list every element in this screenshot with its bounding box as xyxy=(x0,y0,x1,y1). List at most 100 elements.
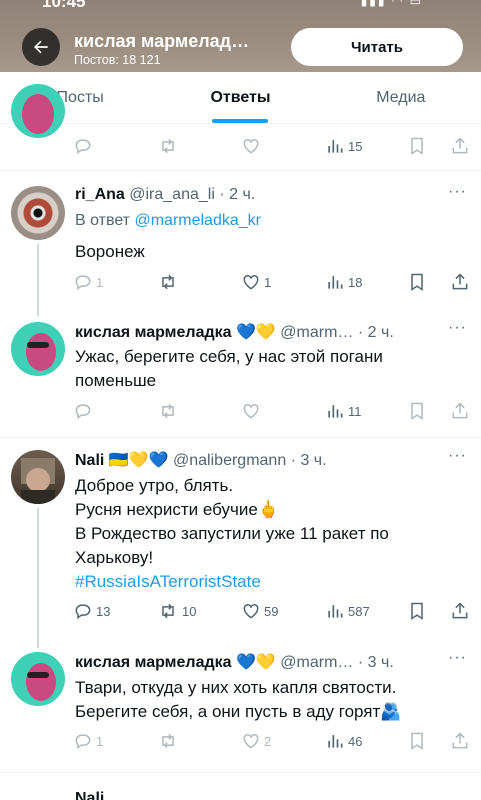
profile-title: кислая мармелад… xyxy=(74,31,250,51)
author-handle[interactable]: @nalibergmann xyxy=(173,452,286,469)
repost-button[interactable] xyxy=(157,136,182,156)
status-time: 10:45 xyxy=(42,0,86,11)
share-button[interactable] xyxy=(450,731,470,751)
like-button[interactable]: 59 xyxy=(241,601,278,621)
post-count: Постов: 18 121 xyxy=(74,53,161,67)
bookmark-icon xyxy=(411,137,423,155)
like-button[interactable]: 2 xyxy=(241,731,271,751)
share-icon xyxy=(452,602,468,619)
author-handle[interactable]: @marm… xyxy=(280,654,353,671)
avatar[interactable] xyxy=(11,84,65,138)
bookmark-button[interactable] xyxy=(407,136,427,156)
bookmark-icon xyxy=(411,273,423,291)
avatar[interactable] xyxy=(11,322,65,376)
views-stat[interactable]: 587 xyxy=(325,601,370,621)
next-post-author[interactable]: Nali xyxy=(75,790,104,800)
repost-icon xyxy=(162,603,174,619)
reply-button[interactable] xyxy=(73,401,96,421)
post-text: Твари, откуда у них хоть капля святости.… xyxy=(75,678,402,721)
more-icon[interactable]: ··· xyxy=(448,649,467,667)
views-stat[interactable]: 18 xyxy=(325,272,362,292)
follow-button[interactable]: Читать xyxy=(291,28,463,66)
like-icon xyxy=(243,403,259,419)
repost-button[interactable] xyxy=(157,272,182,292)
views-stat[interactable]: 46 xyxy=(325,731,362,751)
repost-button[interactable]: 10 xyxy=(157,601,196,621)
avatar-image xyxy=(26,333,56,371)
bookmark-icon xyxy=(411,402,423,420)
post-time: · 3 ч. xyxy=(357,654,394,671)
author-emoji: 🇺🇦💛💙 xyxy=(108,452,169,469)
author-emoji: 💙💛 xyxy=(235,324,276,341)
hashtag-link[interactable]: #RussiaIsATerroristState xyxy=(75,570,455,594)
tab-media[interactable]: Медиа xyxy=(321,72,481,123)
bookmark-button[interactable] xyxy=(407,731,427,751)
views-icon xyxy=(328,735,343,748)
back-button[interactable] xyxy=(22,28,60,66)
bookmark-icon xyxy=(411,732,423,750)
avatar[interactable] xyxy=(11,186,65,240)
header-text: кислая мармелад… Постов: 18 121 xyxy=(74,31,284,67)
repost-button[interactable] xyxy=(157,401,182,421)
thread-line xyxy=(37,244,39,316)
post-time: · 2 ч. xyxy=(219,186,256,203)
post-time: · 2 ч. xyxy=(357,324,394,341)
author-name[interactable]: Nali xyxy=(75,452,104,469)
reply-count: 13 xyxy=(96,603,111,619)
reply-icon xyxy=(75,404,91,420)
more-icon[interactable]: ··· xyxy=(448,319,467,337)
author-name[interactable]: кислая мармеладка xyxy=(75,654,232,671)
views-icon xyxy=(328,405,343,418)
avatar-image xyxy=(21,458,55,504)
avatar[interactable] xyxy=(11,450,65,504)
post-divider xyxy=(0,437,481,438)
share-button[interactable] xyxy=(450,401,470,421)
avatar[interactable] xyxy=(11,652,65,706)
repost-count: 10 xyxy=(182,603,197,619)
post-line: В Рождество запустили уже 11 ракет по Ха… xyxy=(75,524,389,567)
share-button[interactable] xyxy=(450,601,470,621)
like-button[interactable] xyxy=(241,401,264,421)
bookmark-button[interactable] xyxy=(407,401,427,421)
reply-icon xyxy=(75,604,91,620)
reply-icon xyxy=(75,139,91,155)
post-text: Доброе утро, блять. Русня нехристи ебучи… xyxy=(75,474,455,594)
author-name[interactable]: ri_Ana xyxy=(75,186,125,203)
post-header: кислая мармеладка 💙💛 @marm… · 2 ч. xyxy=(75,322,447,342)
post-line: Доброе утро, блять. xyxy=(75,476,234,495)
reply-button[interactable] xyxy=(73,136,96,156)
post-divider xyxy=(0,170,481,171)
views-stat[interactable]: 15 xyxy=(325,136,362,156)
author-handle[interactable]: @ira_ana_li xyxy=(129,186,215,203)
repost-button[interactable] xyxy=(157,731,182,751)
bookmark-button[interactable] xyxy=(407,272,427,292)
tab-replies[interactable]: Ответы xyxy=(160,72,320,123)
reply-count: 1 xyxy=(96,733,104,749)
like-count: 1 xyxy=(264,274,272,290)
views-count: 587 xyxy=(348,603,370,619)
reply-button[interactable]: 1 xyxy=(73,731,103,751)
reply-button[interactable]: 13 xyxy=(73,601,110,621)
share-icon xyxy=(452,273,468,290)
reply-button[interactable]: 1 xyxy=(73,272,103,292)
reply-to-link[interactable]: @marmeladka_kr xyxy=(134,212,261,229)
reply-prefix: В ответ xyxy=(75,212,131,229)
share-button[interactable] xyxy=(450,136,470,156)
more-icon[interactable]: ··· xyxy=(448,183,467,201)
post-actions: 15 xyxy=(73,136,473,158)
like-button[interactable] xyxy=(241,136,264,156)
post-header: ri_Ana @ira_ana_li · 2 ч. xyxy=(75,186,447,204)
share-button[interactable] xyxy=(450,272,470,292)
author-emoji: 💙💛 xyxy=(235,654,276,671)
avatar-image xyxy=(22,94,54,134)
author-name[interactable]: кислая мармеладка xyxy=(75,324,232,341)
repost-icon xyxy=(162,403,174,419)
post-text: Воронеж xyxy=(75,242,145,261)
views-stat[interactable]: 11 xyxy=(325,401,362,421)
more-icon[interactable]: ··· xyxy=(448,447,467,465)
post-line: Русня нехристи ебучие🖕 xyxy=(75,500,279,519)
author-handle[interactable]: @marm… xyxy=(280,324,353,341)
bookmark-button[interactable] xyxy=(407,601,427,621)
profile-header: 10:45 ▮▮▮ ◠ ▭ кислая мармелад… Постов: 1… xyxy=(0,0,481,72)
like-button[interactable]: 1 xyxy=(241,272,271,292)
